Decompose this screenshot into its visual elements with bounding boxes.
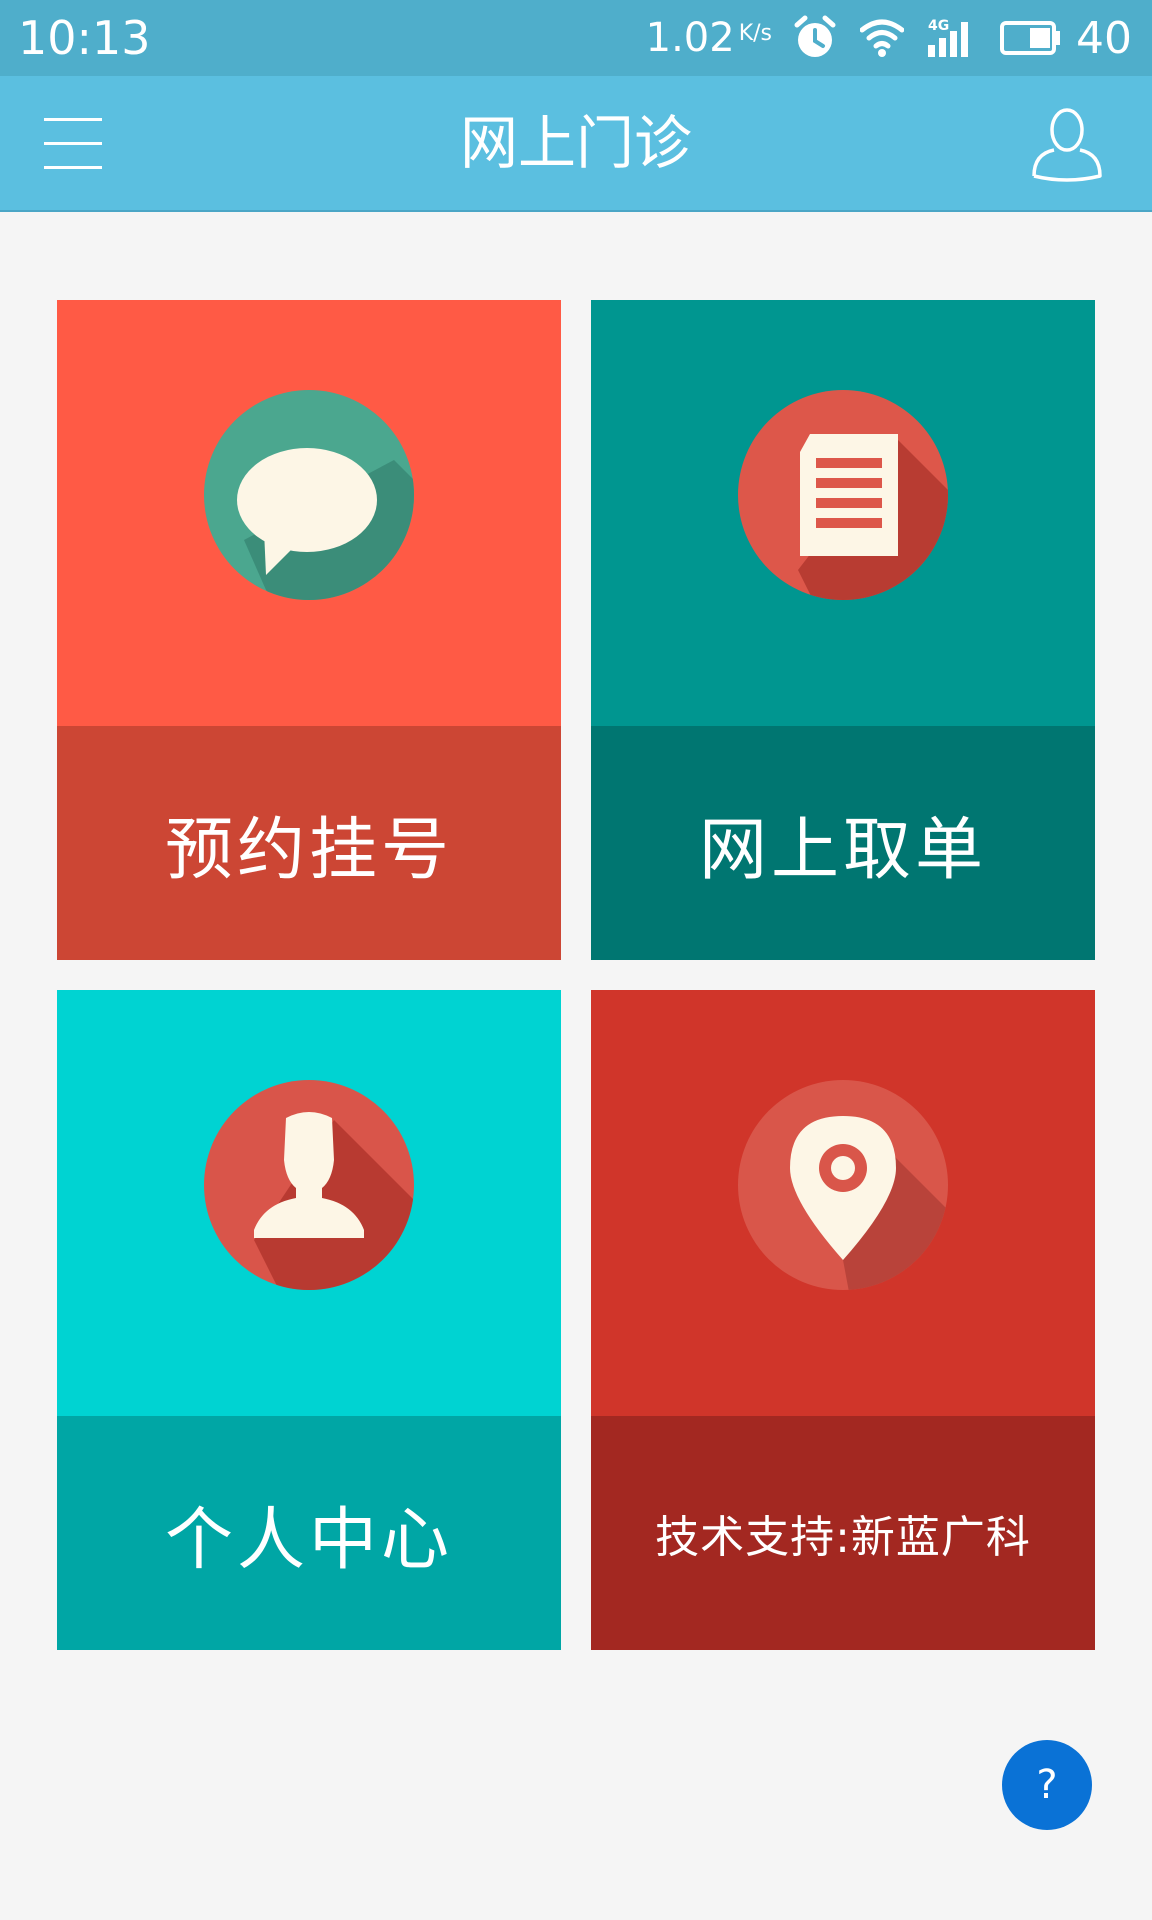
menu-icon xyxy=(44,118,102,169)
battery-icon xyxy=(1000,21,1060,55)
alarm-icon xyxy=(794,15,836,57)
status-right-group: 1.02 K/s 4G 40 xyxy=(646,0,1132,76)
tile-appointment-label: 预约挂号 xyxy=(57,726,561,960)
help-button[interactable]: ? xyxy=(1002,1740,1092,1830)
location-pin-icon xyxy=(738,1080,948,1290)
menu-button[interactable] xyxy=(44,112,104,174)
tile-tech-support[interactable]: 技术支持:新蓝广科 xyxy=(591,990,1095,1650)
chat-bubble-icon xyxy=(204,390,414,600)
battery-level: 40 xyxy=(1076,12,1132,64)
network-type-label: 4G xyxy=(928,18,949,34)
tile-online-report-top xyxy=(591,300,1095,726)
document-icon xyxy=(738,390,948,600)
tile-online-report-label: 网上取单 xyxy=(591,726,1095,960)
user-button[interactable] xyxy=(1030,106,1104,182)
tile-personal-center[interactable]: 个人中心 xyxy=(57,990,561,1650)
net-speed: 1.02 xyxy=(645,15,735,61)
tile-personal-center-label: 个人中心 xyxy=(57,1416,561,1650)
wifi-icon xyxy=(860,19,904,57)
tile-online-report[interactable]: 网上取单 xyxy=(591,300,1095,960)
net-speed-unit: K/s xyxy=(738,20,772,46)
tile-tech-support-label: 技术支持:新蓝广科 xyxy=(591,1416,1095,1650)
tile-personal-center-top xyxy=(57,990,561,1416)
tile-appointment-top xyxy=(57,300,561,726)
status-time: 10:13 xyxy=(18,11,151,65)
signal-4g-icon: 4G xyxy=(928,18,968,57)
tile-tech-support-top xyxy=(591,990,1095,1416)
tile-appointment[interactable]: 预约挂号 xyxy=(57,300,561,960)
status-bar: 10:13 1.02 K/s 4G 40 xyxy=(0,0,1152,76)
page-title: 网上门诊 xyxy=(459,109,692,177)
app-bar: 网上门诊 xyxy=(0,76,1152,212)
person-icon xyxy=(204,1080,414,1290)
user-icon xyxy=(1032,108,1102,182)
